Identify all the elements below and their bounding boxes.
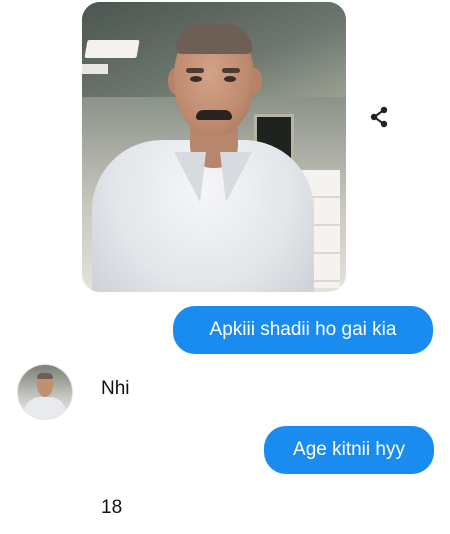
photo-collar-left: [174, 152, 206, 202]
outgoing-message[interactable]: Age kitnii hyy: [264, 426, 434, 474]
photo-brow-left: [186, 68, 204, 73]
contact-avatar[interactable]: [17, 364, 73, 420]
photo-lamp: [84, 40, 140, 58]
photo-eye-left: [190, 76, 202, 82]
outgoing-message[interactable]: Apkiii shadii ho gai kia: [173, 306, 433, 354]
avatar-hair: [37, 373, 53, 379]
photo-mustache: [196, 110, 232, 120]
incoming-message[interactable]: 18: [101, 497, 122, 519]
photo-eye-right: [224, 76, 236, 82]
photo-brow-right: [222, 68, 240, 73]
share-icon[interactable]: [368, 106, 390, 128]
incoming-message[interactable]: Nhi: [101, 378, 130, 400]
avatar-shirt: [24, 397, 66, 419]
photo-collar-right: [220, 152, 252, 202]
shared-photo[interactable]: [82, 2, 346, 292]
photo-lamp-secondary: [82, 64, 108, 74]
photo-hair: [176, 24, 252, 54]
